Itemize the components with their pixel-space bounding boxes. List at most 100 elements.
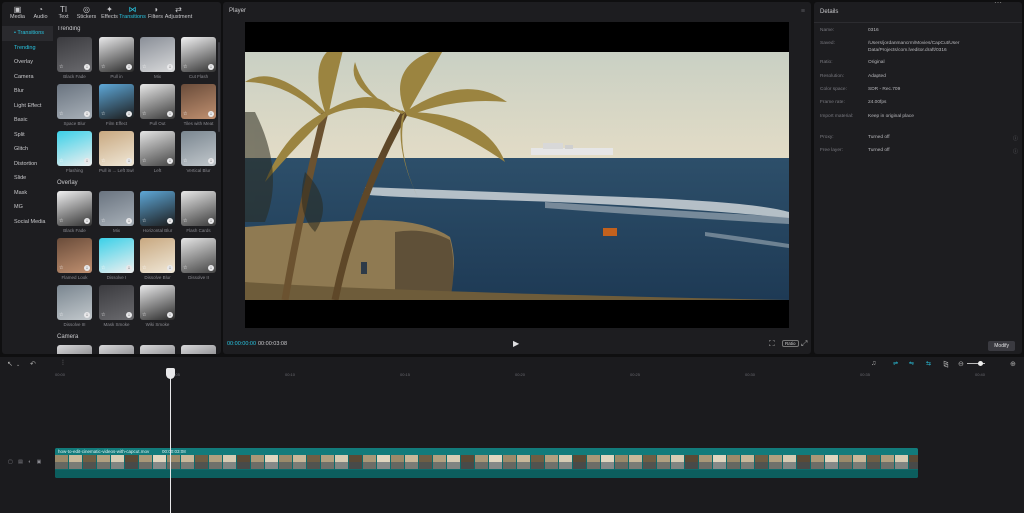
star-icon[interactable]: ☆ bbox=[142, 64, 146, 70]
media-scrollbar[interactable] bbox=[218, 42, 220, 132]
zoom-slider-knob[interactable] bbox=[978, 361, 983, 366]
download-icon[interactable]: ↓ bbox=[208, 111, 214, 117]
split-icon[interactable]: ⫶ bbox=[62, 360, 64, 368]
download-icon[interactable]: ↓ bbox=[167, 158, 173, 164]
toolbar-transitions[interactable]: ⋈ Transitions bbox=[119, 2, 146, 24]
category-item[interactable]: Social Media bbox=[2, 215, 53, 230]
download-icon[interactable]: ↓ bbox=[126, 64, 132, 70]
download-icon[interactable]: ↓ bbox=[208, 64, 214, 70]
download-icon[interactable]: ↓ bbox=[208, 265, 214, 271]
link-icon[interactable]: ⇌ bbox=[893, 360, 898, 367]
star-icon[interactable]: ☆ bbox=[142, 158, 146, 164]
track-controls[interactable]: ▢ ▤ ◐ ▣ bbox=[8, 459, 43, 465]
transition-item[interactable]: ☆ ↓ Space Blur bbox=[57, 84, 92, 126]
playhead[interactable] bbox=[170, 373, 171, 513]
chevron-down-icon[interactable]: ⌄ bbox=[16, 362, 20, 368]
category-item[interactable]: Mask bbox=[2, 186, 53, 201]
star-icon[interactable]: ☆ bbox=[101, 158, 105, 164]
transition-item[interactable]: ☆ ↓ Mask Smoke bbox=[99, 285, 134, 327]
star-icon[interactable]: ☆ bbox=[59, 218, 63, 224]
star-icon[interactable]: ☆ bbox=[101, 111, 105, 117]
download-icon[interactable]: ↓ bbox=[208, 158, 214, 164]
download-icon[interactable]: ↓ bbox=[126, 265, 132, 271]
star-icon[interactable]: ☆ bbox=[101, 312, 105, 318]
category-item[interactable]: Blur bbox=[2, 84, 53, 99]
transition-item[interactable] bbox=[57, 345, 92, 354]
toolbar-audio[interactable]: ◔ Audio bbox=[29, 2, 52, 24]
transition-item[interactable]: ☆ ↓ Pull in ... Left Swift bbox=[99, 131, 134, 173]
transition-item[interactable] bbox=[99, 345, 134, 354]
transition-item[interactable]: ☆ ↓ Flashing bbox=[57, 131, 92, 173]
play-icon[interactable]: ▶ bbox=[513, 339, 519, 348]
transition-item[interactable]: ☆ ↓ Film Effect bbox=[99, 84, 134, 126]
download-icon[interactable]: ↓ bbox=[84, 158, 90, 164]
download-icon[interactable]: ↓ bbox=[84, 218, 90, 224]
star-icon[interactable]: ☆ bbox=[183, 265, 187, 271]
transition-item[interactable]: ☆ ↓ Tiles with Meat bbox=[181, 84, 216, 126]
download-icon[interactable]: ↓ bbox=[126, 218, 132, 224]
download-icon[interactable]: ↓ bbox=[126, 111, 132, 117]
player-menu-icon[interactable]: ≡ bbox=[801, 8, 805, 15]
transition-item[interactable]: ☆ ↓ Dissolve II bbox=[181, 238, 216, 280]
video-clip[interactable]: how-to-edit-cinematic-videos-with-capcut… bbox=[55, 448, 918, 478]
category-item[interactable]: Distortion bbox=[2, 157, 53, 172]
transition-item[interactable]: ☆ ↓ Black Fade bbox=[57, 191, 92, 233]
star-icon[interactable]: ☆ bbox=[183, 218, 187, 224]
download-icon[interactable]: ↓ bbox=[208, 218, 214, 224]
download-icon[interactable]: ↓ bbox=[126, 312, 132, 318]
download-icon[interactable]: ↓ bbox=[167, 218, 173, 224]
star-icon[interactable]: ☆ bbox=[142, 218, 146, 224]
category-item[interactable]: Trending bbox=[2, 41, 53, 56]
transition-item[interactable] bbox=[181, 345, 216, 354]
video-preview[interactable] bbox=[245, 22, 789, 328]
microphone-icon[interactable]: ♫ bbox=[871, 360, 876, 367]
ratio-button[interactable]: Ratio bbox=[782, 340, 799, 347]
transition-item[interactable]: ☆ ↓ Dissolve I bbox=[99, 238, 134, 280]
toolbar-text[interactable]: TI Text bbox=[52, 2, 75, 24]
transition-item[interactable]: ☆ ↓ Vertical Blur bbox=[181, 131, 216, 173]
transition-item[interactable]: ☆ ↓ Dissolve III bbox=[57, 285, 92, 327]
download-icon[interactable]: ↓ bbox=[84, 265, 90, 271]
transition-item[interactable]: ☆ ↓ Dissolve Blur bbox=[140, 238, 175, 280]
download-icon[interactable]: ↓ bbox=[126, 158, 132, 164]
info-icon[interactable]: ⓘ bbox=[1013, 135, 1018, 142]
star-icon[interactable]: ☆ bbox=[183, 158, 187, 164]
download-icon[interactable]: ↓ bbox=[84, 111, 90, 117]
transition-item[interactable]: ☆ ↓ Cut Flash bbox=[181, 37, 216, 79]
star-icon[interactable]: ☆ bbox=[59, 111, 63, 117]
transition-item[interactable]: ☆ ↓ Horizontal Blur bbox=[140, 191, 175, 233]
toolbar-effects[interactable]: ✦ Effects bbox=[98, 2, 121, 24]
zoom-out-icon[interactable]: ⊖ bbox=[958, 360, 964, 368]
transition-item[interactable]: ☆ ↓ Pull Out bbox=[140, 84, 175, 126]
fullscreen-icon[interactable]: ⤢ bbox=[801, 339, 807, 349]
category-item[interactable]: Split bbox=[2, 128, 53, 143]
select-cursor-icon[interactable]: ↖ bbox=[7, 360, 13, 368]
star-icon[interactable]: ☆ bbox=[59, 312, 63, 318]
star-icon[interactable]: ☆ bbox=[101, 265, 105, 271]
category-item[interactable]: • Transitions bbox=[2, 26, 53, 41]
time-ruler[interactable]: 00:00 00:05 00:10 00:15 00:20 00:25 00:30 00:35… bbox=[55, 372, 1020, 380]
transition-item[interactable] bbox=[140, 345, 175, 354]
transition-item[interactable]: ☆ ↓ Mix bbox=[140, 37, 175, 79]
undo-icon[interactable]: ↶ bbox=[30, 360, 36, 368]
transition-item[interactable]: ☆ ↓ Wiki Smoke bbox=[140, 285, 175, 327]
window-menu-icon[interactable]: ⋯ bbox=[994, 0, 1018, 7]
transition-item[interactable]: ☆ ↓ Pull in bbox=[99, 37, 134, 79]
download-icon[interactable]: ↓ bbox=[84, 64, 90, 70]
info-icon[interactable]: ⓘ bbox=[1013, 148, 1018, 155]
category-item[interactable]: Camera bbox=[2, 70, 53, 85]
category-item[interactable]: MG bbox=[2, 200, 53, 215]
download-icon[interactable]: ↓ bbox=[167, 265, 173, 271]
category-item[interactable]: Slide bbox=[2, 171, 53, 186]
transition-item[interactable]: ☆ ↓ Mix bbox=[99, 191, 134, 233]
star-icon[interactable]: ☆ bbox=[59, 64, 63, 70]
transition-item[interactable]: ☆ ↓ Black Fade bbox=[57, 37, 92, 79]
star-icon[interactable]: ☆ bbox=[142, 265, 146, 271]
category-item[interactable]: Light Effect bbox=[2, 99, 53, 114]
star-icon[interactable]: ☆ bbox=[101, 218, 105, 224]
toolbar-stickers[interactable]: ◎ Stickers bbox=[75, 2, 98, 24]
preview-axis-icon[interactable]: ⇆ bbox=[926, 360, 931, 367]
modify-button[interactable]: Modify bbox=[988, 341, 1015, 351]
download-icon[interactable]: ↓ bbox=[167, 64, 173, 70]
download-icon[interactable]: ↓ bbox=[167, 312, 173, 318]
